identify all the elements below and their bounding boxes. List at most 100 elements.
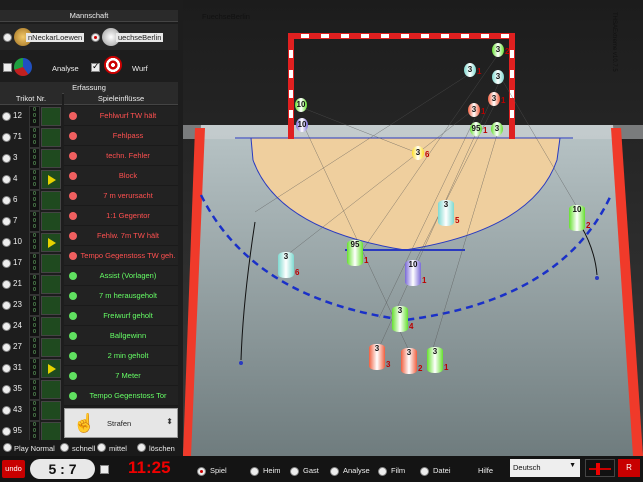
event-item[interactable]: Assist (Vorlagen) [64,266,178,286]
tab-label[interactable]: Datei [433,466,451,475]
player-action-box[interactable] [41,317,61,336]
undo-button[interactable]: undo [2,460,25,478]
tab-label[interactable]: Gast [303,466,319,475]
player-radio[interactable] [2,427,11,436]
player-radio[interactable] [2,364,11,373]
player-marker[interactable]: 3 [488,92,500,106]
player-marker[interactable]: 3 [392,306,408,332]
team-radio-home[interactable] [3,33,12,42]
player-row[interactable]: 31 0 0 0 [0,358,64,379]
event-item[interactable]: 7 m verursacht [64,186,178,206]
player-marker[interactable]: 3 [492,70,504,84]
team-radio-away[interactable] [91,33,100,42]
player-action-box[interactable] [41,422,61,441]
tab-radio[interactable] [330,467,339,476]
language-select[interactable]: Deutsch ▼ [510,459,580,477]
player-action-box[interactable] [41,275,61,294]
tab-label[interactable]: Heim [263,466,281,475]
r-slider[interactable] [585,459,615,477]
tab-radio[interactable] [197,467,206,476]
player-radio[interactable] [2,217,11,226]
play-schnell-radio[interactable] [60,443,69,452]
player-row[interactable]: 3 000 [0,148,64,169]
player-marker[interactable]: 95 [347,240,363,266]
player-action-box[interactable] [41,128,61,147]
play-loeschen-radio[interactable] [137,443,146,452]
event-item[interactable]: Fehlw. 7m TW hält [64,226,178,246]
player-marker[interactable]: 3 [438,200,454,226]
player-action-box[interactable] [41,170,61,189]
player-marker[interactable]: 3 [427,347,443,373]
player-radio[interactable] [2,343,11,352]
event-item[interactable]: Freiwurf geholt [64,306,178,326]
player-radio[interactable] [2,112,11,121]
hilfe-label[interactable]: Hilfe [478,466,493,475]
player-marker[interactable]: 3 [369,344,385,370]
team-away-label[interactable]: uechseBerlin [116,33,164,42]
player-marker[interactable]: 3 [401,348,417,374]
event-item[interactable]: Tempo Gegenstoss TW geh. [64,246,178,266]
player-marker[interactable]: 10 [569,205,585,231]
player-radio[interactable] [2,259,11,268]
handball-court[interactable]: 3 5 3 6 95 1 10 1 10 2 3 4 3 3 3 2 3 1 3 6 3 2 3 1 3 3 1 3 1 95 1 3 10 10… [183,0,643,456]
player-action-box[interactable] [41,149,61,168]
player-row[interactable]: 12 0 0 0 [0,106,64,127]
player-marker[interactable]: 10 [405,260,421,286]
player-marker[interactable]: 3 [492,43,504,57]
player-row[interactable]: 10 0 0 0 [0,232,64,253]
clock-checkbox[interactable] [100,465,109,474]
event-item[interactable]: 7 Meter [64,366,178,386]
player-row[interactable]: 95 0 0 0 [0,421,64,442]
player-row[interactable]: 4 000 [0,169,64,190]
tab-radio[interactable] [378,467,387,476]
player-row[interactable]: 7 000 [0,211,64,232]
player-radio[interactable] [2,280,11,289]
player-marker[interactable]: 3 [278,252,294,278]
tab-radio[interactable] [420,467,429,476]
player-marker[interactable]: 3 [412,146,424,160]
player-marker[interactable]: 3 [464,63,476,77]
event-item[interactable]: 2 min geholt [64,346,178,366]
play-normal-radio[interactable] [3,443,12,452]
r-button[interactable]: R [618,459,640,477]
team-home-label[interactable]: nNeckarLoewen [26,33,85,42]
event-item[interactable]: Block [64,166,178,186]
player-radio[interactable] [2,385,11,394]
player-radio[interactable] [2,175,11,184]
wurf-checkbox[interactable] [91,61,100,72]
player-action-box[interactable] [41,233,61,252]
player-row[interactable]: 23 0 0 0 [0,295,64,316]
player-action-box[interactable] [41,212,61,231]
event-item[interactable]: 7 m herausgeholt [64,286,178,306]
analyse-checkbox[interactable] [3,63,12,72]
player-marker[interactable]: 10 [296,118,308,132]
event-item[interactable]: Fehlpass [64,126,178,146]
tab-radio[interactable] [250,467,259,476]
tab-label[interactable]: Film [391,466,405,475]
tab-label[interactable]: Spiel [210,466,227,475]
player-action-box[interactable] [41,380,61,399]
player-radio[interactable] [2,406,11,415]
player-marker[interactable]: 95 [470,122,482,136]
player-row[interactable]: 35 0 0 0 [0,379,64,400]
play-mittel-radio[interactable] [97,443,106,452]
player-marker[interactable]: 10 [295,98,307,112]
player-action-box[interactable] [41,191,61,210]
tab-label[interactable]: Analyse [343,466,370,475]
player-row[interactable]: 24 0 0 0 [0,316,64,337]
strafen-select[interactable]: ☝ Strafen ⬍ [64,408,178,438]
player-row[interactable]: 6 000 [0,190,64,211]
player-action-box[interactable] [41,401,61,420]
player-radio[interactable] [2,154,11,163]
event-item[interactable]: Fehlwurf TW hält [64,106,178,126]
player-row[interactable]: 27 0 0 0 [0,337,64,358]
player-marker[interactable]: 3 [491,122,503,136]
event-item[interactable]: Ballgewinn [64,326,178,346]
player-row[interactable]: 43 0 0 0 [0,400,64,421]
player-radio[interactable] [2,238,11,247]
player-action-box[interactable] [41,254,61,273]
player-radio[interactable] [2,196,11,205]
event-item[interactable]: techn. Fehler [64,146,178,166]
event-item[interactable]: 1:1 Gegentor [64,206,178,226]
player-action-box[interactable] [41,359,61,378]
